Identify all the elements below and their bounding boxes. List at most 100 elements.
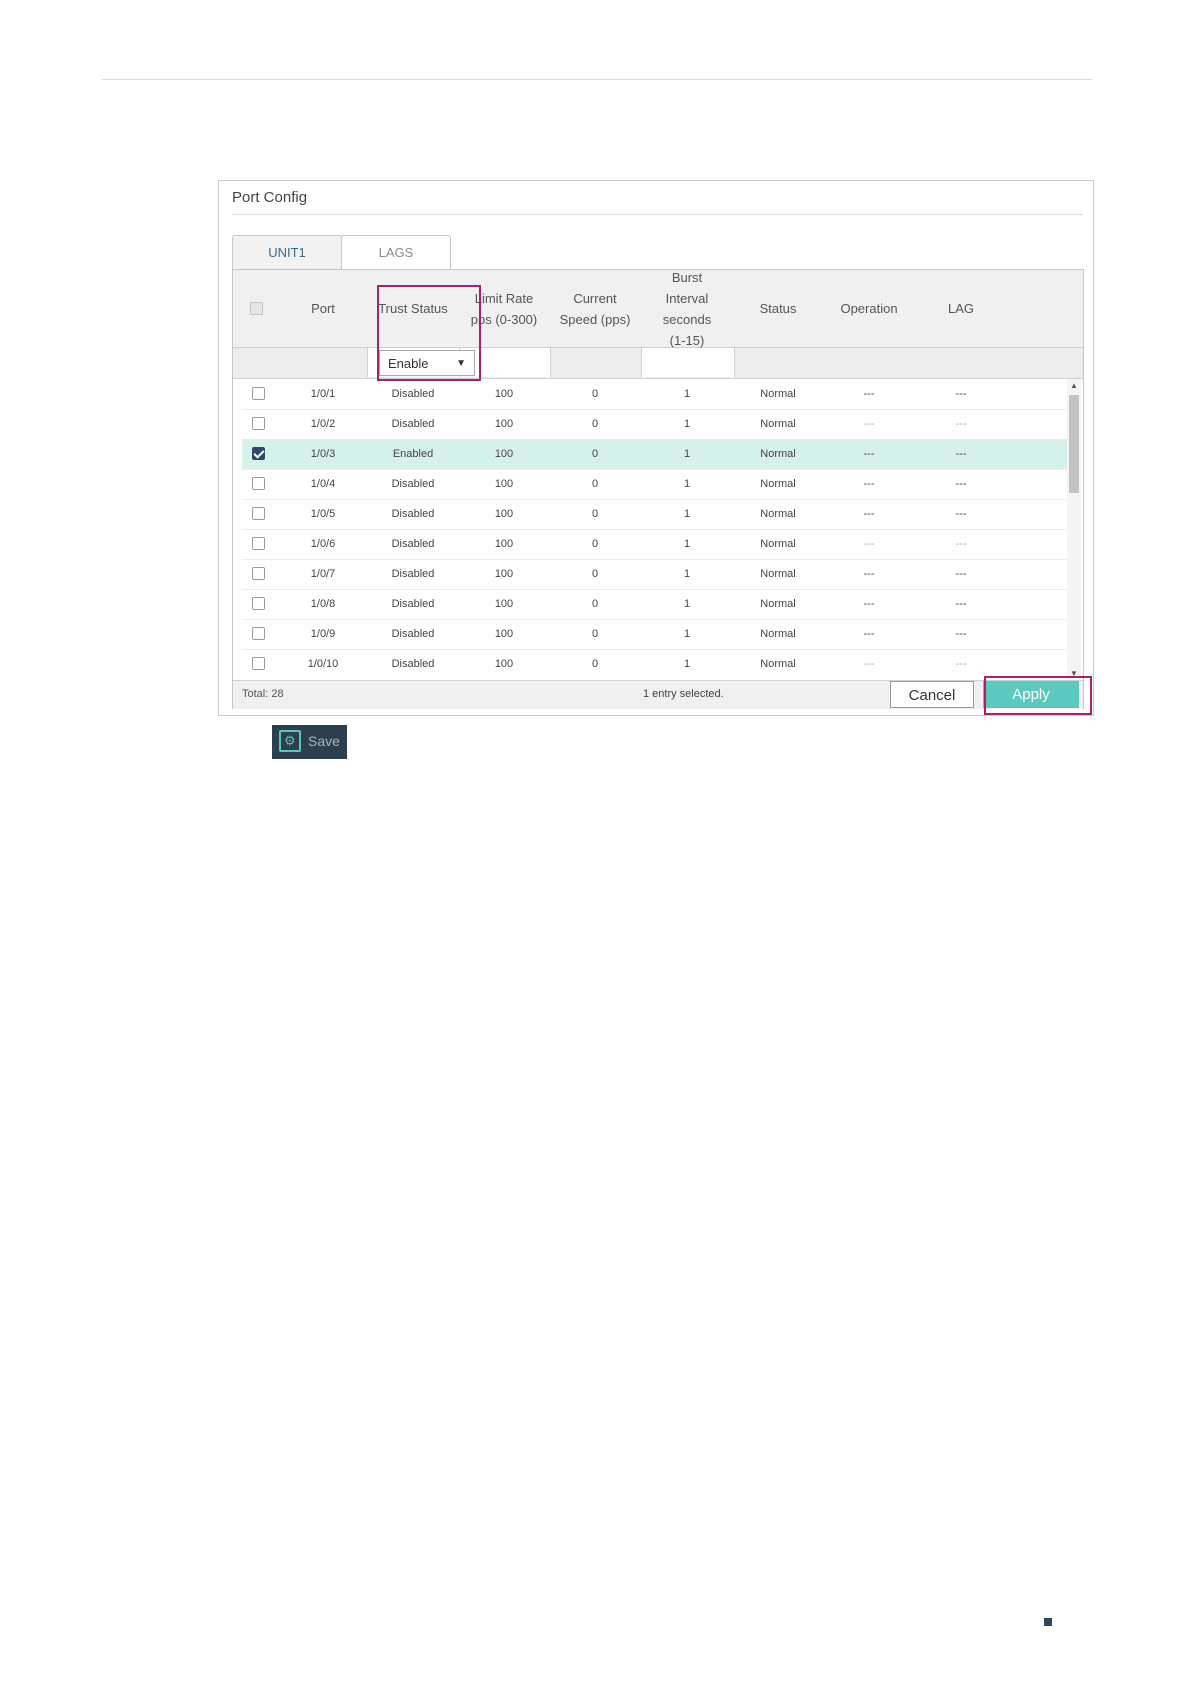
cell-burst: 1 — [683, 388, 691, 400]
header-current-speed[interactable]: Current Speed (pps) — [549, 270, 641, 347]
row-checkbox[interactable] — [252, 447, 265, 460]
table-row[interactable]: 1/0/10 Disabled 100 0 1 Normal --- --- — [242, 649, 1067, 679]
cell-port: 1/0/6 — [310, 538, 336, 550]
row-checkbox[interactable] — [252, 627, 265, 640]
port-config-panel: Port Config UNIT1 LAGS Port Trust Status… — [218, 180, 1094, 716]
table-row[interactable]: 1/0/7 Disabled 100 0 1 Normal --- --- — [242, 559, 1067, 590]
table-row[interactable]: 1/0/5 Disabled 100 0 1 Normal --- --- — [242, 499, 1067, 530]
row-checkbox[interactable] — [252, 597, 265, 610]
cancel-button[interactable]: Cancel — [890, 681, 974, 708]
row-checkbox[interactable] — [252, 657, 265, 670]
burst-interval-input[interactable] — [641, 348, 735, 377]
row-checkbox[interactable] — [252, 537, 265, 550]
header-burst-interval[interactable]: Burst Interval seconds (1-15) — [641, 270, 733, 348]
cell-speed: 0 — [591, 388, 599, 400]
cell-speed: 0 — [591, 538, 599, 550]
page-top-rule — [102, 79, 1092, 80]
header-status[interactable]: Status — [733, 270, 823, 347]
cell-status: Normal — [760, 628, 796, 640]
cell-status: Normal — [760, 568, 796, 580]
row-checkbox[interactable] — [252, 567, 265, 580]
port-table: Port Trust Status Limit Rate pps (0-300)… — [232, 269, 1084, 709]
row-checkbox[interactable] — [252, 507, 265, 520]
cell-trust: Disabled — [391, 538, 435, 550]
selection-info: 1 entry selected. — [643, 688, 724, 700]
cell-status: Normal — [760, 658, 796, 670]
cell-limit: 100 — [494, 508, 514, 520]
cell-trust: Disabled — [391, 508, 435, 520]
table-row[interactable]: 1/0/1 Disabled 100 0 1 Normal --- --- — [242, 379, 1067, 410]
cell-burst: 1 — [683, 418, 691, 430]
cell-operation: --- — [863, 508, 875, 520]
table-row[interactable]: 1/0/9 Disabled 100 0 1 Normal --- --- — [242, 619, 1067, 650]
table-row[interactable]: 1/0/4 Disabled 100 0 1 Normal --- --- — [242, 469, 1067, 500]
cell-burst: 1 — [683, 538, 691, 550]
cell-port: 1/0/8 — [310, 598, 336, 610]
cell-port: 1/0/3 — [310, 448, 336, 460]
header-select-all — [233, 270, 279, 347]
cell-limit: 100 — [494, 448, 514, 460]
table-row[interactable]: 1/0/6 Disabled 100 0 1 Normal --- --- — [242, 529, 1067, 560]
cell-limit: 100 — [494, 598, 514, 610]
table-row[interactable]: 1/0/3 Enabled 100 0 1 Normal --- --- — [242, 439, 1067, 470]
trust-status-highlight-box — [377, 285, 481, 381]
cell-status: Normal — [760, 478, 796, 490]
select-all-checkbox[interactable] — [249, 302, 263, 315]
row-checkbox[interactable] — [252, 417, 265, 430]
cell-trust: Disabled — [391, 418, 435, 430]
cell-trust: Disabled — [391, 658, 435, 670]
cell-operation: --- — [863, 448, 875, 460]
cell-operation: --- — [863, 628, 875, 640]
cell-port: 1/0/10 — [307, 658, 339, 670]
tab-unit1[interactable]: UNIT1 — [232, 235, 342, 269]
cell-trust: Disabled — [391, 478, 435, 490]
filter-row: Enable ▼ — [233, 348, 1083, 379]
cell-trust: Disabled — [391, 598, 435, 610]
cell-trust: Enabled — [392, 448, 434, 460]
table-row[interactable]: 1/0/8 Disabled 100 0 1 Normal --- --- — [242, 589, 1067, 620]
row-checkbox[interactable] — [252, 477, 265, 490]
tab-lags[interactable]: LAGS — [341, 235, 451, 269]
cell-speed: 0 — [591, 418, 599, 430]
cell-lag: --- — [955, 448, 967, 460]
cell-status: Normal — [760, 598, 796, 610]
cell-operation: --- — [863, 598, 875, 610]
row-checkbox[interactable] — [252, 387, 265, 400]
cell-speed: 0 — [591, 658, 599, 670]
cell-lag: --- — [955, 628, 967, 640]
cell-port: 1/0/5 — [310, 508, 336, 520]
scrollbar-thumb[interactable] — [1069, 395, 1079, 493]
cell-burst: 1 — [683, 628, 691, 640]
cell-limit: 100 — [494, 628, 514, 640]
cell-status: Normal — [760, 388, 796, 400]
cell-lag: --- — [955, 418, 967, 430]
cell-status: Normal — [760, 538, 796, 550]
cell-port: 1/0/9 — [310, 628, 336, 640]
cell-operation: --- — [863, 568, 875, 580]
cell-lag: --- — [955, 598, 967, 610]
cell-operation: --- — [863, 538, 875, 550]
cell-lag: --- — [955, 538, 967, 550]
scroll-up-icon[interactable]: ▲ — [1070, 381, 1078, 390]
page-corner-mark — [1044, 1618, 1052, 1626]
apply-highlight-box — [984, 676, 1092, 715]
table-scrollbar[interactable]: ▲ ▼ — [1067, 379, 1081, 679]
header-lag[interactable]: LAG — [915, 270, 1007, 347]
cell-limit: 100 — [494, 568, 514, 580]
cell-lag: --- — [955, 568, 967, 580]
cell-speed: 0 — [591, 478, 599, 490]
cell-status: Normal — [760, 448, 796, 460]
cell-lag: --- — [955, 508, 967, 520]
cell-burst: 1 — [683, 508, 691, 520]
total-count: Total: 28 — [242, 688, 284, 700]
header-port[interactable]: Port — [279, 270, 367, 347]
table-row[interactable]: 1/0/2 Disabled 100 0 1 Normal --- --- — [242, 409, 1067, 440]
cell-status: Normal — [760, 508, 796, 520]
cell-lag: --- — [955, 478, 967, 490]
header-operation[interactable]: Operation — [823, 270, 915, 347]
panel-divider — [232, 214, 1083, 215]
cell-speed: 0 — [591, 508, 599, 520]
save-button[interactable]: Save — [272, 725, 347, 759]
cell-port: 1/0/7 — [310, 568, 336, 580]
save-label: Save — [308, 733, 340, 749]
